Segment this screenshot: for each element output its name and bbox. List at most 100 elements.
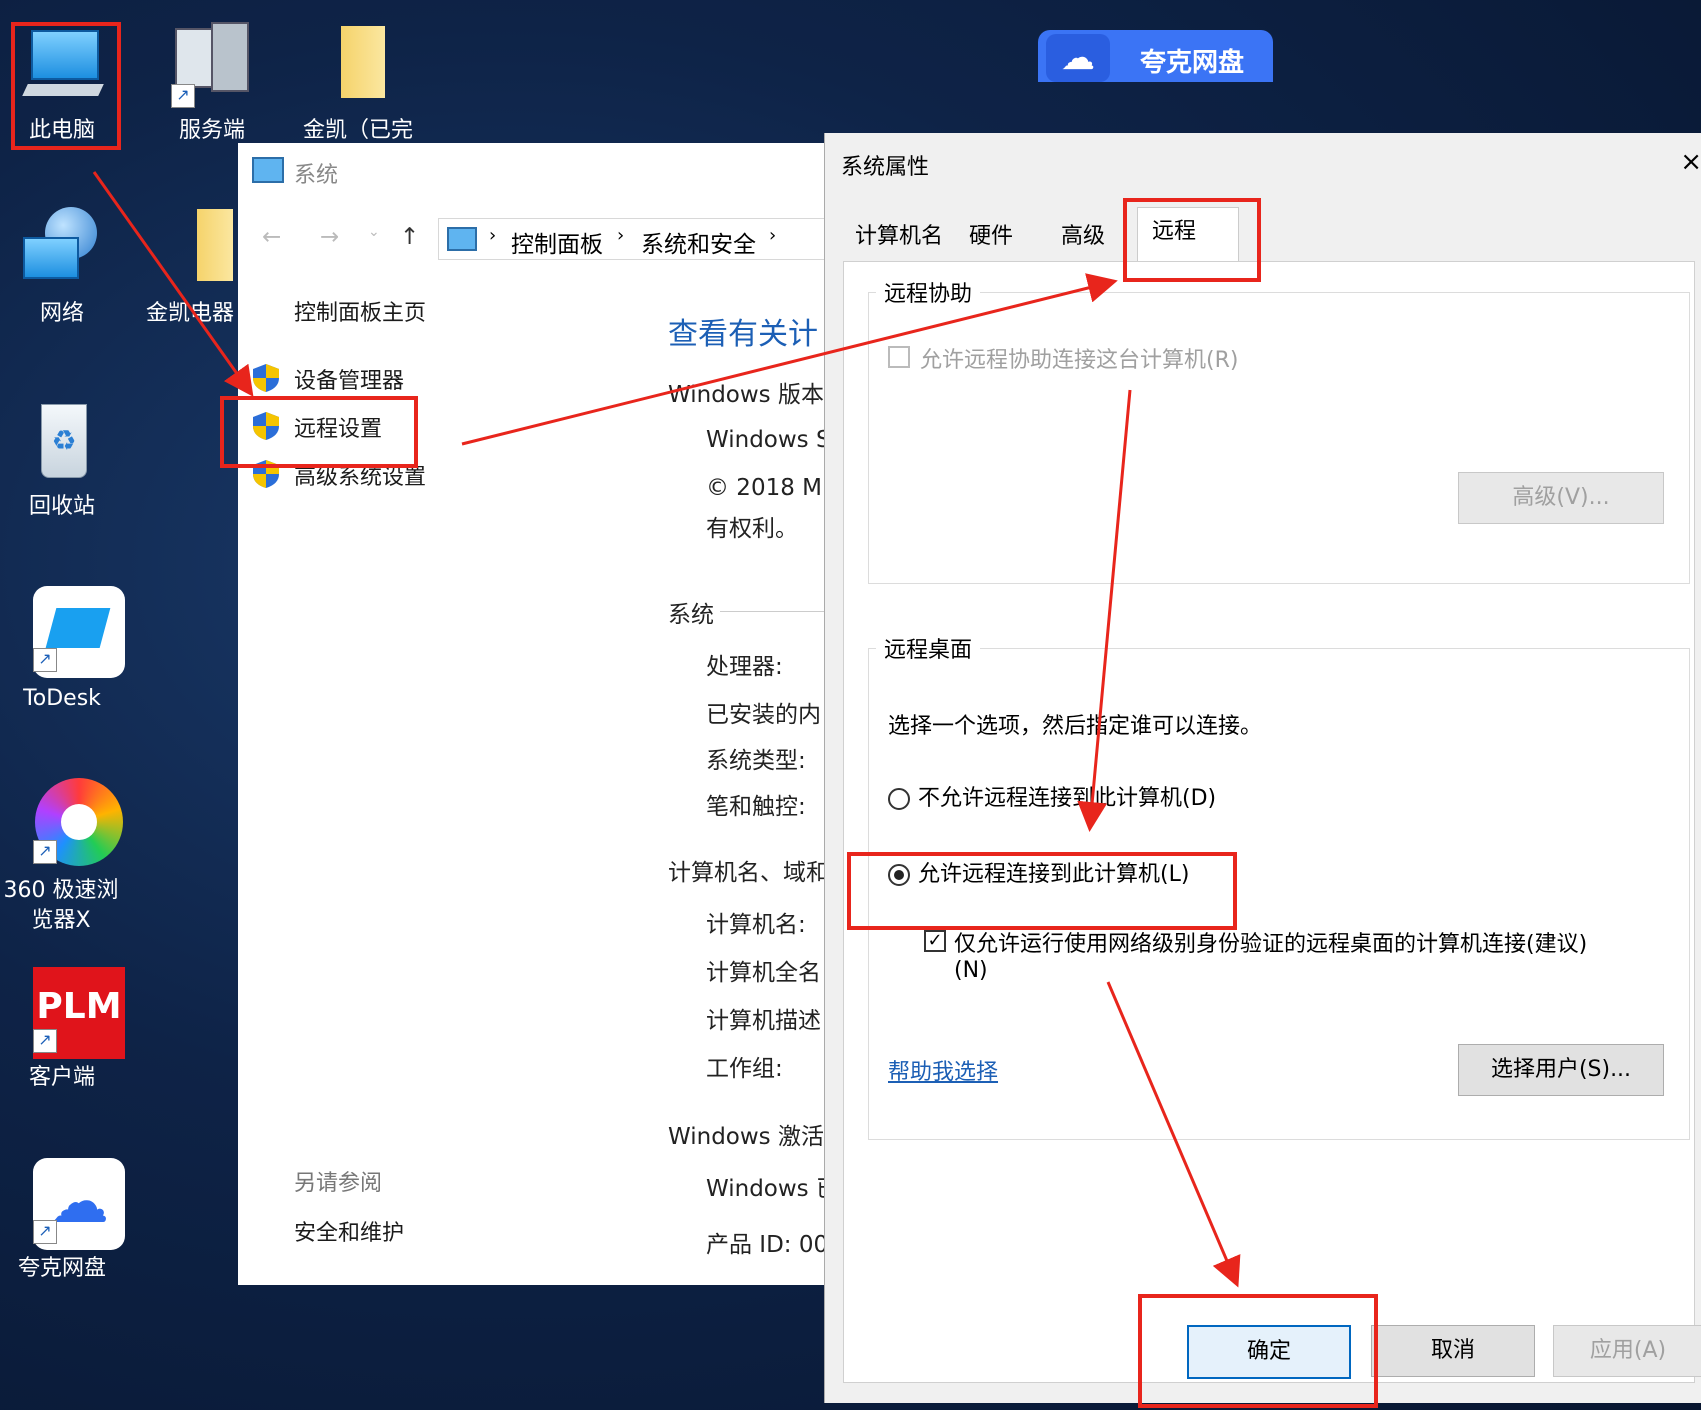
- info-line: Windows 已: [706, 1176, 839, 1202]
- chevron-right-icon: ›: [617, 225, 625, 246]
- dialog-title: 系统属性: [841, 155, 930, 180]
- chevron-right-icon: ›: [489, 225, 497, 246]
- folder-icon: [315, 22, 401, 108]
- breadcrumb-control-panel[interactable]: 控制面板: [511, 225, 603, 259]
- security-maintenance-link[interactable]: 安全和维护: [294, 1215, 404, 1247]
- desktop-icon-label: 夸克网盘: [17, 1256, 106, 1281]
- group-label: 远程桌面: [876, 632, 981, 664]
- network-icon: [19, 205, 105, 291]
- desktop-icon-todesk[interactable]: ↗ ToDesk: [2, 586, 125, 714]
- info-line: 笔和触控:: [706, 794, 806, 820]
- tab-computer-name[interactable]: 计算机名: [841, 213, 957, 261]
- chevron-right-icon: ›: [769, 225, 777, 246]
- info-line: 计算机名:: [706, 912, 806, 938]
- checkbox-label: 允许远程协助连接这台计算机(R): [920, 348, 1239, 373]
- page-heading: 查看有关计: [668, 317, 818, 352]
- deny-remote-label: 不允许远程连接到此计算机(D): [918, 786, 1217, 811]
- server-icon: ↗: [169, 22, 255, 108]
- todesk-icon: ↗: [19, 586, 125, 678]
- nla-label-line2: (N): [954, 958, 988, 983]
- desktop-icon-server[interactable]: ↗ 服务端: [152, 22, 272, 146]
- info-line: Windows 版本: [668, 382, 824, 408]
- desktop-icon-label: 服务端: [178, 118, 245, 143]
- shortcut-arrow-icon: ↗: [171, 84, 195, 108]
- nla-only-checkbox[interactable]: ✓: [924, 930, 946, 952]
- chevron-down-icon[interactable]: ⌄: [368, 224, 380, 240]
- monitor-icon: [252, 157, 284, 183]
- desktop-icon-360-browser[interactable]: ↗ 360 极速浏览器X: [2, 778, 123, 936]
- breadcrumb-system-security[interactable]: 系统和安全: [641, 225, 756, 259]
- info-line: 有权利。: [706, 516, 798, 542]
- select-users-button[interactable]: 选择用户(S)...: [1458, 1044, 1664, 1096]
- nla-label-line1: 仅允许运行使用网络级别身份验证的远程桌面的计算机连接(建议): [954, 932, 1588, 957]
- info-line: © 2018 M: [706, 475, 822, 501]
- system-properties-dialog: 系统属性 × 计算机名 硬件 高级 远程 远程协助 允许远程协助连接这台计算机(…: [824, 133, 1701, 1403]
- cancel-button[interactable]: 取消: [1371, 1325, 1535, 1377]
- section-title: 系统: [668, 602, 714, 628]
- advanced-button[interactable]: 高级(V)...: [1458, 472, 1664, 524]
- desktop-icon-recycle-bin[interactable]: ♻ 回收站: [2, 398, 122, 522]
- desktop-icon-quark[interactable]: ☁ ↗ 夸克网盘: [2, 1158, 125, 1284]
- highlight-remote-settings: [220, 396, 418, 468]
- address-bar: ← → ⌄ ↑ › 控制面板 › 系统和安全 ›: [258, 218, 840, 260]
- recycle-bin-icon: ♻: [19, 398, 105, 484]
- shortcut-arrow-icon: ↗: [33, 1220, 57, 1244]
- forward-arrow-icon[interactable]: →: [320, 224, 339, 250]
- shortcut-arrow-icon: ↗: [33, 648, 57, 672]
- desktop-icon-jinkai-electric[interactable]: 金凯电器: [130, 205, 250, 329]
- info-line: 产品 ID: 00: [706, 1232, 829, 1258]
- desktop-icon-label: 客户端: [28, 1065, 95, 1090]
- remote-assistance-group: [868, 292, 1690, 584]
- allow-remote-assistance-checkbox[interactable]: [888, 346, 910, 368]
- close-icon[interactable]: ×: [1680, 147, 1701, 177]
- tab-hardware[interactable]: 硬件: [955, 213, 1027, 261]
- desktop-icon-label: 金凯（已完: [302, 118, 413, 143]
- see-also-label: 另请参阅: [294, 1171, 383, 1196]
- desktop-icon-label: 金凯电器: [145, 301, 234, 326]
- shield-icon: [252, 363, 280, 393]
- highlight-ok-button: [1138, 1294, 1378, 1408]
- quark-netdisk-bar-label: 夸克网盘: [1140, 48, 1245, 78]
- back-arrow-icon[interactable]: ←: [262, 224, 281, 250]
- info-line: 处理器:: [706, 654, 783, 680]
- control-panel-home-link[interactable]: 控制面板主页: [294, 295, 426, 327]
- desktop-icon-label: 网络: [39, 301, 84, 326]
- info-line: 系统类型:: [706, 748, 806, 774]
- quark-cloud-icon: ☁ ↗: [19, 1158, 125, 1250]
- desktop-icon-jinkai-done[interactable]: 金凯（已完: [298, 22, 418, 146]
- shortcut-arrow-icon: ↗: [33, 1029, 57, 1053]
- info-line: Windows S: [706, 427, 831, 453]
- highlight-remote-tab: [1123, 198, 1261, 282]
- window-title: 系统: [294, 163, 339, 188]
- help-me-choose-link[interactable]: 帮助我选择: [888, 1054, 998, 1086]
- remote-desktop-description: 选择一个选项，然后指定谁可以连接。: [888, 714, 1263, 739]
- info-line: 计算机描述: [706, 1008, 821, 1034]
- desktop-icon-label: 360 极速浏览器X: [3, 878, 119, 933]
- monitor-icon: [447, 227, 477, 251]
- cloud-icon: ☁: [1046, 34, 1110, 82]
- up-arrow-icon[interactable]: ↑: [400, 224, 419, 250]
- deny-remote-radio[interactable]: [888, 788, 910, 810]
- desktop-icon-network[interactable]: 网络: [2, 205, 122, 329]
- highlight-allow-remote-option: [847, 852, 1237, 930]
- info-line: 计算机全名: [706, 960, 821, 986]
- section-title: Windows 激活: [668, 1124, 824, 1150]
- desktop-icon-plm-client[interactable]: PLM ↗ 客户端: [2, 967, 125, 1093]
- apply-button[interactable]: 应用(A): [1553, 1325, 1701, 1377]
- section-divider: [720, 611, 828, 612]
- desktop-icon-label: 回收站: [28, 494, 95, 519]
- group-label: 远程协助: [876, 276, 981, 308]
- highlight-this-pc: [11, 22, 121, 150]
- control-panel-window: 系统 ← → ⌄ ↑ › 控制面板 › 系统和安全 › 控制面板主页 设备管理器…: [238, 143, 840, 1285]
- browser-icon: ↗: [19, 778, 123, 866]
- quark-netdisk-bar[interactable]: ☁ 夸克网盘: [1038, 30, 1273, 82]
- section-title: 计算机名、域和: [668, 860, 829, 886]
- shortcut-arrow-icon: ↗: [33, 840, 57, 864]
- tab-advanced[interactable]: 高级: [1047, 213, 1119, 261]
- folder-icon: [147, 205, 233, 291]
- remote-tab-panel: 远程协助 允许远程协助连接这台计算机(R) 高级(V)... 远程桌面 选择一个…: [843, 261, 1695, 1383]
- desktop-icon-label: ToDesk: [23, 686, 101, 711]
- info-line: 已安装的内: [706, 702, 821, 728]
- device-manager-link[interactable]: 设备管理器: [294, 363, 404, 395]
- info-line: 工作组:: [706, 1056, 783, 1082]
